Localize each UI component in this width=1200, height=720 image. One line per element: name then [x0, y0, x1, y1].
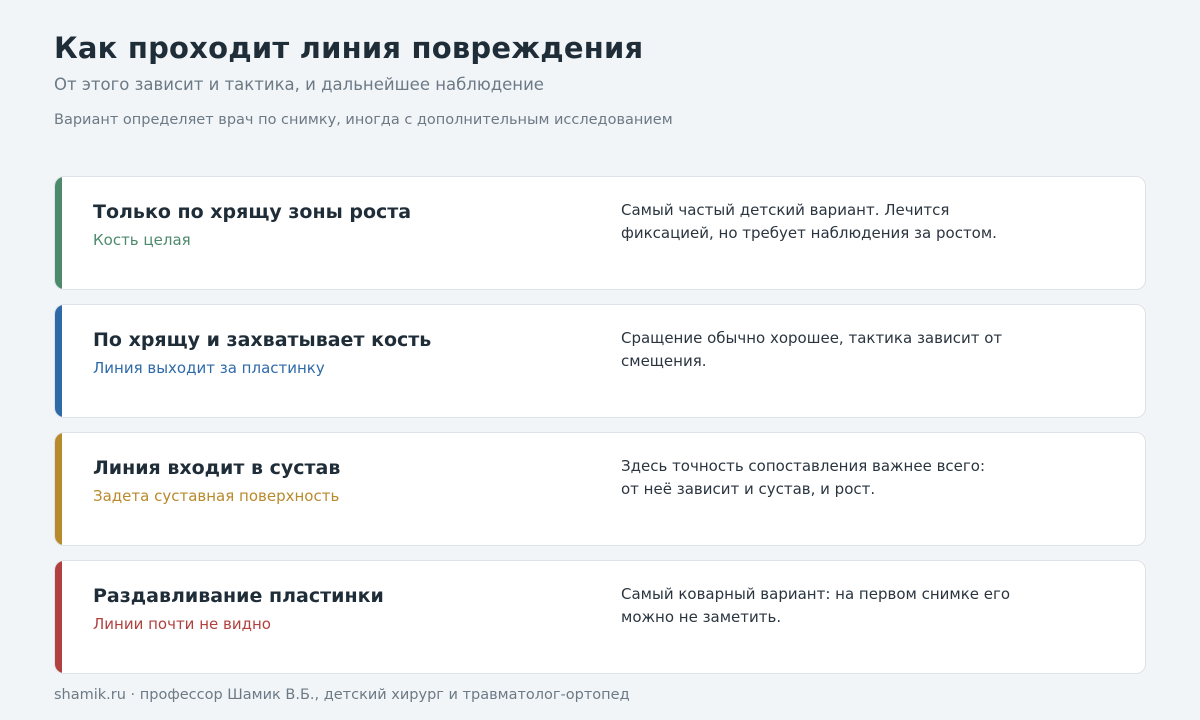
- fracture-type-card: Раздавливание пластинки Линии почти не в…: [54, 560, 1146, 674]
- card-title: Только по хрящу зоны роста: [93, 201, 412, 223]
- card-description: Самый частый детский вариант. Лечится фи…: [621, 201, 997, 242]
- fracture-type-list: Только по хрящу зоны роста Кость целая С…: [54, 176, 1146, 688]
- card-title: Раздавливание пластинки: [93, 585, 384, 607]
- card-description: Сращение обычно хорошее, тактика зависит…: [621, 329, 1003, 370]
- card-title: По хрящу и захватывает кость: [93, 329, 432, 351]
- card-heading: Линия входит в сустав Задета суставная п…: [93, 456, 573, 506]
- card-tag: Задета суставная поверхность: [93, 487, 340, 505]
- card-accent-bar: [55, 305, 62, 417]
- card-description: Самый коварный вариант: на первом снимке…: [621, 585, 1011, 626]
- card-heading: Только по хрящу зоны роста Кость целая: [93, 200, 573, 250]
- card-tag: Линия выходит за пластинку: [93, 359, 325, 377]
- card-tag: Кость целая: [93, 231, 191, 249]
- card-tag: Линии почти не видно: [93, 615, 271, 633]
- page-subtitle: От этого зависит и тактика, и дальнейшее…: [54, 75, 544, 94]
- page-note: Вариант определяет врач по снимку, иногд…: [54, 112, 673, 128]
- fracture-type-card: Только по хрящу зоны роста Кость целая С…: [54, 176, 1146, 290]
- card-title: Линия входит в сустав: [93, 457, 341, 479]
- card-accent-bar: [55, 177, 62, 289]
- card-accent-bar: [55, 433, 62, 545]
- card-heading: Раздавливание пластинки Линии почти не в…: [93, 584, 573, 634]
- card-description: Здесь точность сопоставления важнее всег…: [621, 457, 986, 498]
- page-header: Как проходит линия повреждения От этого …: [54, 30, 1144, 130]
- fracture-type-card: По хрящу и захватывает кость Линия выход…: [54, 304, 1146, 418]
- page-title: Как проходит линия повреждения: [54, 31, 644, 65]
- card-accent-bar: [55, 561, 62, 673]
- card-heading: По хрящу и захватывает кость Линия выход…: [93, 328, 573, 378]
- page-footer: shamik.ru · профессор Шамик В.Б., детски…: [54, 687, 630, 703]
- fracture-type-card: Линия входит в сустав Задета суставная п…: [54, 432, 1146, 546]
